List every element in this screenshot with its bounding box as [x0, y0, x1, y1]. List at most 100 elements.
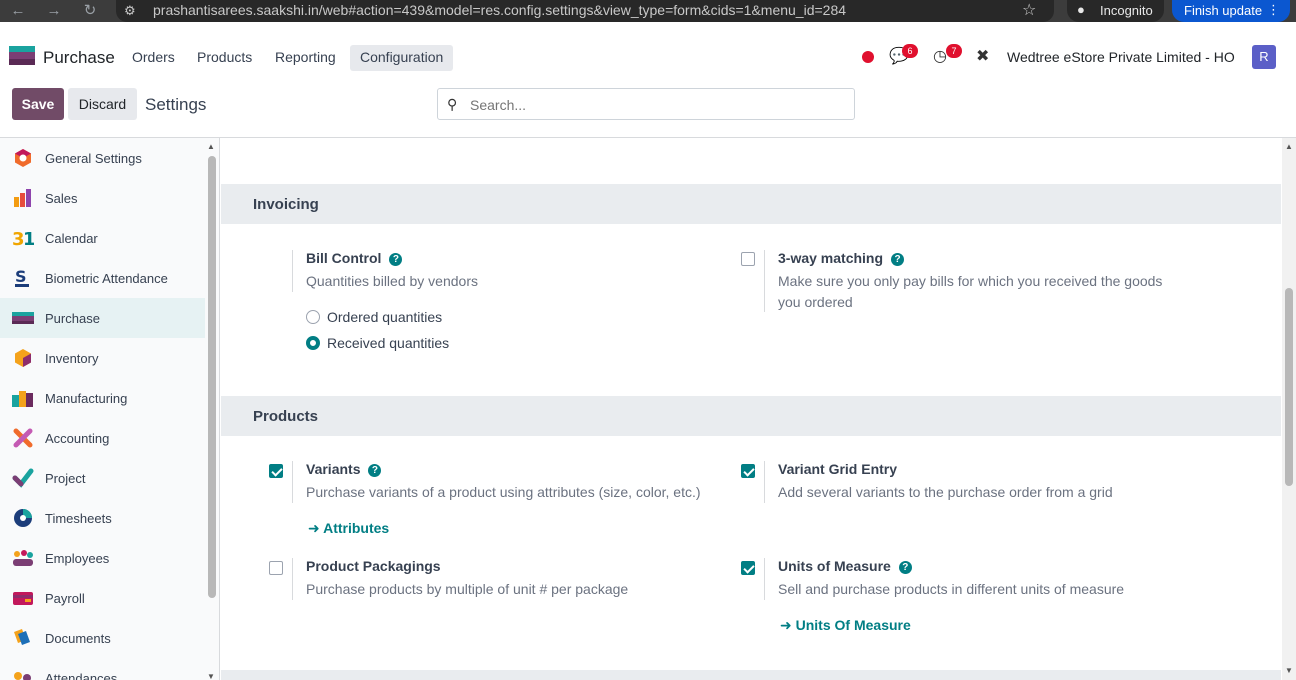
- bookmark-star-icon[interactable]: ☆: [1022, 0, 1036, 20]
- sidebar-item-label: Accounting: [45, 431, 110, 446]
- user-avatar[interactable]: R: [1252, 45, 1276, 69]
- sidebar-item-label: Employees: [45, 551, 110, 566]
- kebab-menu-icon[interactable]: ⋮: [1267, 2, 1280, 18]
- sidebar-item-documents[interactable]: Documents: [0, 618, 205, 658]
- settings-icon: [15, 149, 31, 167]
- scrollbar-thumb[interactable]: [208, 156, 216, 598]
- save-button[interactable]: Save: [12, 88, 64, 120]
- sidebar-item-label: Timesheets: [45, 511, 112, 526]
- section-next: [221, 670, 1281, 680]
- checkbox-variant-grid-entry[interactable]: [741, 464, 755, 478]
- setting-title: Variants?: [306, 461, 382, 477]
- sidebar-item-attendances[interactable]: Attendances: [0, 658, 205, 680]
- radio-label[interactable]: Received quantities: [327, 335, 449, 351]
- scroll-up-icon[interactable]: ▲: [207, 142, 215, 151]
- scroll-down-icon[interactable]: ▼: [207, 672, 215, 680]
- sidebar-item-label: Documents: [45, 631, 111, 646]
- app-name[interactable]: Purchase: [43, 48, 115, 68]
- setting-product-packagings: Product Packagings Purchase products by …: [292, 558, 732, 604]
- checkbox-units-of-measure[interactable]: [741, 561, 755, 575]
- menu-configuration[interactable]: Configuration: [350, 45, 454, 71]
- sidebar-item-payroll[interactable]: Payroll: [0, 578, 205, 618]
- sidebar-item-label: Inventory: [45, 351, 99, 366]
- settings-sidebar: General Settings Sales 31 Calendar S Bio…: [0, 138, 220, 680]
- sidebar-item-timesheets[interactable]: Timesheets: [0, 498, 205, 538]
- sidebar-scrollbar[interactable]: ▲ ▼: [207, 142, 216, 680]
- setting-description: Purchase products by multiple of unit # …: [306, 581, 629, 597]
- search-input[interactable]: [470, 95, 840, 115]
- reload-icon[interactable]: ↻: [80, 1, 100, 21]
- sidebar-item-label: Biometric Attendance: [45, 271, 168, 286]
- setting-title: Bill Control?: [306, 250, 403, 266]
- radio-received-quantities[interactable]: [306, 336, 320, 350]
- sidebar-item-calendar[interactable]: 31 Calendar: [0, 218, 205, 258]
- radio-ordered-quantities[interactable]: [306, 310, 320, 324]
- section-products: Products: [221, 396, 1281, 436]
- setting-title: Variant Grid Entry: [778, 461, 898, 477]
- sidebar-item-manufacturing[interactable]: Manufacturing: [0, 378, 205, 418]
- attributes-link[interactable]: ➜ Attributes: [308, 520, 389, 537]
- browser-toolbar: ← → ↻ ⚙ prashantisarees.saakshi.in/web#a…: [0, 0, 1296, 22]
- status-dot[interactable]: [862, 51, 874, 63]
- setting-description: Make sure you only pay bills for which y…: [778, 273, 1163, 310]
- debug-tools-icon[interactable]: ✖: [976, 46, 989, 66]
- menu-orders[interactable]: Orders: [122, 45, 185, 71]
- url-text[interactable]: prashantisarees.saakshi.in/web#action=43…: [153, 2, 846, 18]
- sidebar-item-sales[interactable]: Sales: [0, 178, 205, 218]
- sidebar-item-label: Payroll: [45, 591, 85, 606]
- sidebar-item-label: Project: [45, 471, 86, 486]
- setting-description: Add several variants to the purchase ord…: [778, 484, 1113, 500]
- sidebar-item-general-settings[interactable]: General Settings: [0, 138, 205, 178]
- scroll-up-icon[interactable]: ▲: [1285, 142, 1293, 151]
- setting-title: Product Packagings: [306, 558, 441, 574]
- help-icon[interactable]: ?: [368, 464, 382, 477]
- sidebar-item-employees[interactable]: Employees: [0, 538, 205, 578]
- back-icon[interactable]: ←: [8, 1, 28, 21]
- sidebar-item-project[interactable]: Project: [0, 458, 205, 498]
- setting-description: Purchase variants of a product using att…: [306, 484, 701, 500]
- calendar-icon: 31: [12, 229, 34, 248]
- project-icon: [12, 468, 34, 488]
- scroll-down-icon[interactable]: ▼: [1285, 666, 1293, 675]
- svg-text:S: S: [15, 268, 27, 286]
- setting-description: Quantities billed by vendors: [306, 273, 478, 289]
- checkbox-3-way-matching[interactable]: [741, 252, 755, 266]
- manufacturing-icon: [12, 391, 33, 407]
- help-icon[interactable]: ?: [389, 253, 403, 266]
- sidebar-item-label: Sales: [45, 191, 78, 206]
- sidebar-item-inventory[interactable]: Inventory: [0, 338, 205, 378]
- checkbox-variants[interactable]: [269, 464, 283, 478]
- site-info-icon[interactable]: ⚙: [124, 3, 136, 19]
- menu-reporting[interactable]: Reporting: [265, 45, 346, 71]
- setting-title: 3-way matching?: [778, 250, 905, 266]
- radio-label[interactable]: Ordered quantities: [327, 309, 442, 325]
- activity-clock-icon[interactable]: ◷: [933, 46, 947, 66]
- scrollbar-thumb[interactable]: [1285, 288, 1293, 486]
- setting-description: Sell and purchase products in different …: [778, 581, 1125, 597]
- forward-icon[interactable]: →: [44, 1, 64, 21]
- svg-text:1: 1: [23, 229, 34, 248]
- checkbox-product-packagings[interactable]: [269, 561, 283, 575]
- finish-update-button[interactable]: Finish update ⋮: [1172, 0, 1290, 22]
- search-icon: ⚲: [447, 96, 458, 112]
- sidebar-item-accounting[interactable]: Accounting: [0, 418, 205, 458]
- messages-badge: 6: [902, 44, 918, 58]
- help-icon[interactable]: ?: [891, 253, 905, 266]
- sales-icon: [14, 189, 31, 207]
- payroll-icon: [13, 592, 33, 605]
- company-switcher[interactable]: Wedtree eStore Private Limited - HO: [1007, 49, 1235, 65]
- menu-products[interactable]: Products: [187, 45, 262, 71]
- sidebar-item-purchase[interactable]: Purchase: [0, 298, 205, 338]
- help-icon[interactable]: ?: [898, 561, 912, 574]
- sidebar-item-label: Purchase: [45, 311, 100, 326]
- sidebar-item-biometric-attendance[interactable]: S Biometric Attendance: [0, 258, 205, 298]
- units-of-measure-link[interactable]: ➜ Units Of Measure: [780, 617, 911, 634]
- sidebar-item-label: General Settings: [45, 151, 142, 166]
- settings-search[interactable]: ⚲: [437, 88, 855, 120]
- main-scrollbar[interactable]: ▲ ▼: [1282, 138, 1296, 680]
- accounting-icon: [13, 428, 33, 448]
- discard-button[interactable]: Discard: [68, 88, 137, 120]
- setting-variant-grid-entry: Variant Grid Entry Add several variants …: [764, 461, 1204, 507]
- purchase-app-icon[interactable]: [9, 46, 35, 65]
- incognito-label: Incognito: [1100, 3, 1153, 18]
